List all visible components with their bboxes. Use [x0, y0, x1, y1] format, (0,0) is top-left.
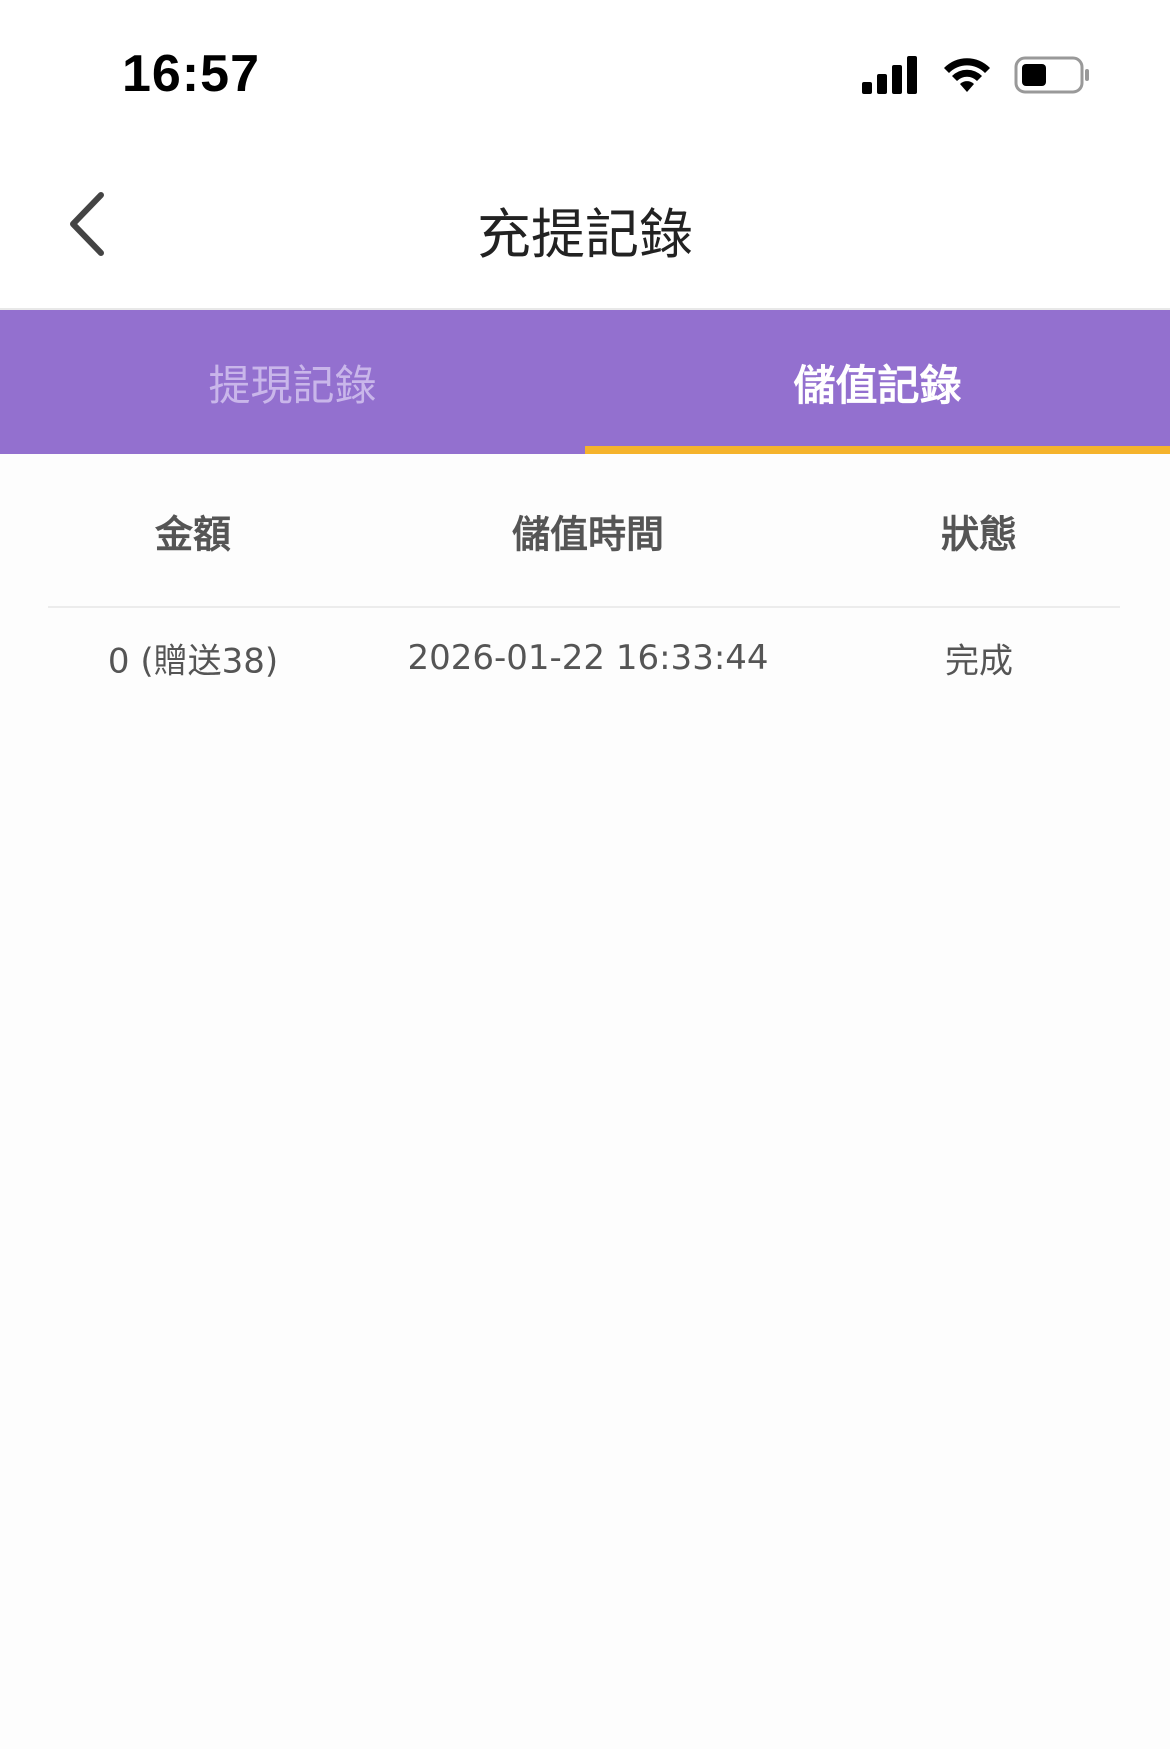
- status-icons: [862, 52, 1092, 102]
- status-bar: 16:57: [0, 0, 1170, 150]
- battery-icon: [1014, 55, 1092, 99]
- nav-bar: 充提記錄: [0, 150, 1170, 310]
- cell-time: 2026-01-22 16:33:44: [407, 638, 769, 678]
- tab-deposit-records[interactable]: 儲值記錄: [585, 310, 1170, 454]
- page-title: 充提記錄: [477, 203, 693, 266]
- active-tab-indicator: [585, 446, 1170, 454]
- wifi-icon: [942, 56, 992, 98]
- tab-label: 提現記錄: [208, 360, 377, 410]
- column-header-amount: 金額: [154, 512, 231, 557]
- column-header-time: 儲值時間: [511, 512, 664, 557]
- column-header-status: 狀態: [940, 512, 1017, 557]
- signal-icon: [862, 56, 920, 98]
- table-row: 0 (贈送38) 2026-01-22 16:33:44 完成: [48, 608, 1120, 708]
- status-time: 16:57: [122, 45, 260, 103]
- tab-withdrawal-records[interactable]: 提現記錄: [0, 310, 585, 454]
- tab-bar: 提現記錄 儲值記錄: [0, 310, 1170, 454]
- table-header: 金額 儲值時間 狀態: [48, 456, 1120, 608]
- cell-amount: 0 (贈送38): [107, 641, 279, 682]
- tab-label: 儲值記錄: [793, 360, 962, 410]
- cell-status: 完成: [945, 641, 1013, 682]
